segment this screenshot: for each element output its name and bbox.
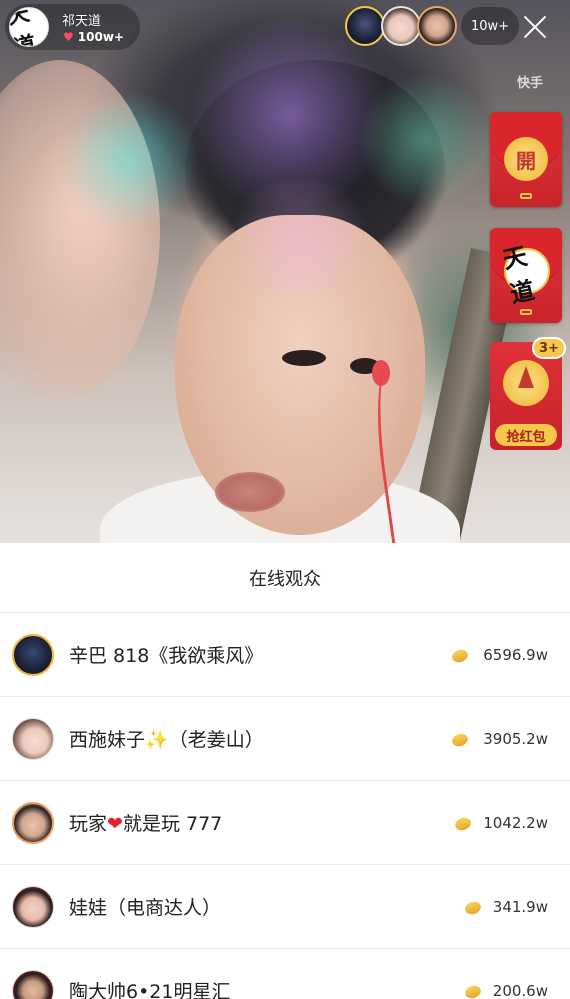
sparkle-effect: [210, 180, 390, 300]
audience-row[interactable]: 娃娃（电商达人） 341.9w: [0, 865, 570, 949]
panel-title: 在线观众: [0, 543, 570, 613]
streamer-eye-left: [282, 350, 326, 366]
red-envelope-open[interactable]: 開: [490, 112, 562, 207]
viewer-name: 西施妹子✨（老姜山）: [69, 725, 264, 752]
streamer-lips: [215, 472, 285, 512]
close-icon[interactable]: [520, 12, 550, 42]
coin-button[interactable]: [503, 360, 549, 406]
audience-row[interactable]: 陶大帅6•21明星汇 200.6w: [0, 949, 570, 999]
viewer-name: 陶大帅6•21明星汇: [69, 981, 231, 999]
compass-icon: [518, 366, 534, 388]
avatar[interactable]: [345, 6, 385, 46]
coin-icon: [453, 815, 473, 833]
likes-count: 100w+: [77, 30, 124, 44]
avatar[interactable]: [417, 6, 457, 46]
coin-icon: [450, 647, 470, 665]
anchor-likes: ♥ 100w+: [63, 30, 124, 44]
heart-icon: ♥: [63, 30, 74, 44]
online-audience-panel: 在线观众 辛巴 818《我欲乘风》 6596.9w 西施妹子✨（老姜山） 390…: [0, 543, 570, 999]
anchor-avatar: 天道: [500, 241, 550, 309]
avatar[interactable]: [12, 718, 54, 760]
sparkle-icon: ✨: [145, 729, 169, 751]
anchor-avatar[interactable]: 天道: [9, 7, 49, 47]
coin-icon: [463, 983, 483, 999]
envelope-decoration: [520, 309, 532, 315]
viewer-score: 3905.2w: [483, 730, 548, 748]
audience-row[interactable]: 辛巴 818《我欲乘风》 6596.9w: [0, 613, 570, 697]
viewer-name-text: 玩家: [69, 813, 108, 835]
top-viewers[interactable]: 10w+: [345, 6, 519, 46]
coin-icon: [450, 731, 470, 749]
viewer-score: 6596.9w: [483, 646, 548, 664]
viewer-score: 341.9w: [492, 898, 548, 916]
viewer-score: 200.6w: [492, 982, 548, 999]
watermark: 快手: [517, 76, 544, 91]
heart-icon: ❤: [107, 813, 123, 835]
viewer-name-suffix: （老姜山）: [168, 729, 264, 751]
viewer-name: 娃娃（电商达人）: [69, 897, 222, 919]
avatar[interactable]: [12, 970, 54, 999]
red-envelope-anchor[interactable]: 天道: [490, 228, 562, 323]
audience-row[interactable]: 玩家❤就是玩 777 1042.2w: [0, 781, 570, 865]
audience-row[interactable]: 西施妹子✨（老姜山） 3905.2w: [0, 697, 570, 781]
viewer-count[interactable]: 10w+: [461, 7, 519, 45]
viewer-score: 1042.2w: [483, 814, 548, 832]
open-button[interactable]: 開: [504, 137, 548, 181]
avatar[interactable]: [12, 886, 54, 928]
viewer-name: 玩家❤就是玩 777: [69, 809, 222, 836]
avatar[interactable]: [12, 634, 54, 676]
avatar[interactable]: [12, 802, 54, 844]
viewer-name-suffix: 就是玩 777: [122, 813, 223, 835]
envelope-decoration: [520, 193, 532, 199]
sparkle-effect: [360, 60, 490, 220]
anchor-logo: 天道: [9, 7, 39, 47]
avatar[interactable]: [381, 6, 421, 46]
viewer-name-text: 西施妹子: [69, 729, 146, 751]
anchor-info[interactable]: 天道 祁天道 ♥ 100w+: [5, 4, 140, 50]
grab-red-packet-label[interactable]: 抢红包: [495, 424, 557, 446]
live-video[interactable]: 天道 祁天道 ♥ 100w+ 10w+ 快手 開 天道 抢红包 3+: [0, 0, 570, 543]
anchor-name: 祁天道: [62, 14, 102, 29]
viewer-name: 辛巴 818《我欲乘风》: [69, 645, 264, 667]
red-packet-count-badge: 3+: [532, 337, 566, 359]
coin-icon: [463, 899, 483, 917]
